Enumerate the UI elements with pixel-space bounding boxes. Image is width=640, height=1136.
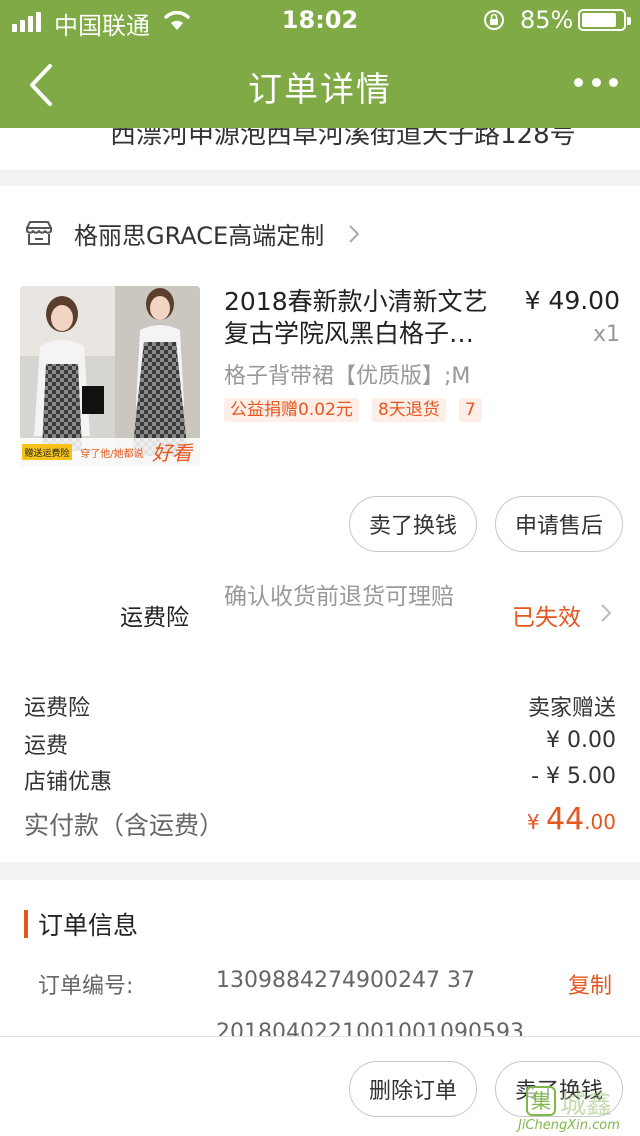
fee-label: 运费 (24, 734, 69, 759)
tag-charity: 公益捐赠0.02元 (224, 398, 359, 422)
fee-label: 运费险 (24, 696, 91, 721)
more-dots-icon[interactable] (574, 78, 618, 92)
watermark: 集 城鑫 JiChengXin.com (516, 1080, 636, 1134)
insurance-status[interactable]: 已失效 (512, 598, 581, 632)
product-quantity: x1 (592, 322, 620, 347)
fee-label: 店铺优惠 (24, 770, 113, 795)
total-decimal: .00 (584, 810, 616, 834)
section-marker (24, 910, 28, 938)
order-info-title: 订单信息 (38, 911, 139, 940)
product-thumbnail[interactable]: 赠送运费险 穿了他/她都说 好看 (20, 286, 200, 466)
insurance-description: 确认收货前退货可理赔 (224, 584, 454, 610)
address-text: 西漂河申源泡西草河溪街道天子路128号 (110, 128, 576, 150)
order-card: 格丽思GRACE高端定制 赠送运费险 穿了他/她都说 好看 2018春新款小清新… (0, 186, 640, 862)
battery-icon (578, 9, 631, 31)
total-row: 实付款（含运费） ¥ 44.00 (24, 802, 616, 842)
watermark-text: 城鑫 (560, 1090, 613, 1120)
total-integer: 44 (546, 802, 585, 837)
tag-return: 8天退货 (371, 398, 446, 422)
product-title[interactable]: 2018春新款小清新文艺复古学院风黑白格子… (224, 286, 504, 350)
thumb-caption: 穿了他/她都说 (80, 447, 143, 460)
total-amount: ¥ 44.00 (527, 802, 616, 837)
product-photo: 赠送运费险 穿了他/她都说 好看 (20, 286, 200, 466)
watermark-badge: 集 (526, 1086, 556, 1116)
product-spec: 格子背带裙【优质版】;M (224, 364, 471, 389)
after-sales-button[interactable]: 申请售后 (495, 496, 623, 552)
insurance-label: 运费险 (120, 605, 189, 631)
sell-button[interactable]: 卖了换钱 (349, 496, 477, 552)
tag-more: 7 (458, 398, 482, 422)
shop-link[interactable]: 格丽思GRACE高端定制 (24, 216, 324, 250)
order-number-label: 订单编号: (38, 974, 134, 999)
shop-name: 格丽思GRACE高端定制 (74, 221, 325, 250)
delete-order-button[interactable]: 删除订单 (349, 1061, 477, 1117)
battery-percent: 85% (520, 6, 574, 34)
order-number-value: 1309884274900247 37 (216, 968, 475, 993)
thumb-badge: 赠送运费险 (24, 447, 69, 459)
total-label: 实付款（含运费） (24, 811, 225, 840)
address-card[interactable]: 西漂河申源泡西草河溪街道天子路128号 (0, 128, 640, 170)
watermark-domain: JiChengXin.com (518, 1118, 620, 1133)
thumb-big: 好看 (152, 441, 194, 465)
fee-value: 卖家赠送 (527, 696, 616, 721)
copy-button[interactable]: 复制 (568, 968, 612, 1000)
total-currency: ¥ (526, 810, 546, 834)
rotation-lock-icon (484, 10, 504, 30)
order-info-card: 订单信息 订单编号: 1309884274900247 37 复制 201804… (0, 880, 640, 1045)
product-tags: 公益捐赠0.02元 8天退货 7 (224, 398, 508, 424)
fee-value: - ¥ 5.00 (531, 764, 616, 789)
status-bar: 中国联通 18:02 85% (0, 0, 640, 40)
fee-value: ¥ 0.00 (546, 728, 616, 753)
chevron-right-icon[interactable] (600, 602, 612, 624)
chevron-right-icon (349, 225, 360, 243)
product-price: ¥ 49.00 (524, 286, 620, 315)
top-bar: 中国联通 18:02 85% 订单详情 (0, 0, 640, 128)
page-title: 订单详情 (248, 70, 392, 110)
store-icon (26, 221, 52, 245)
